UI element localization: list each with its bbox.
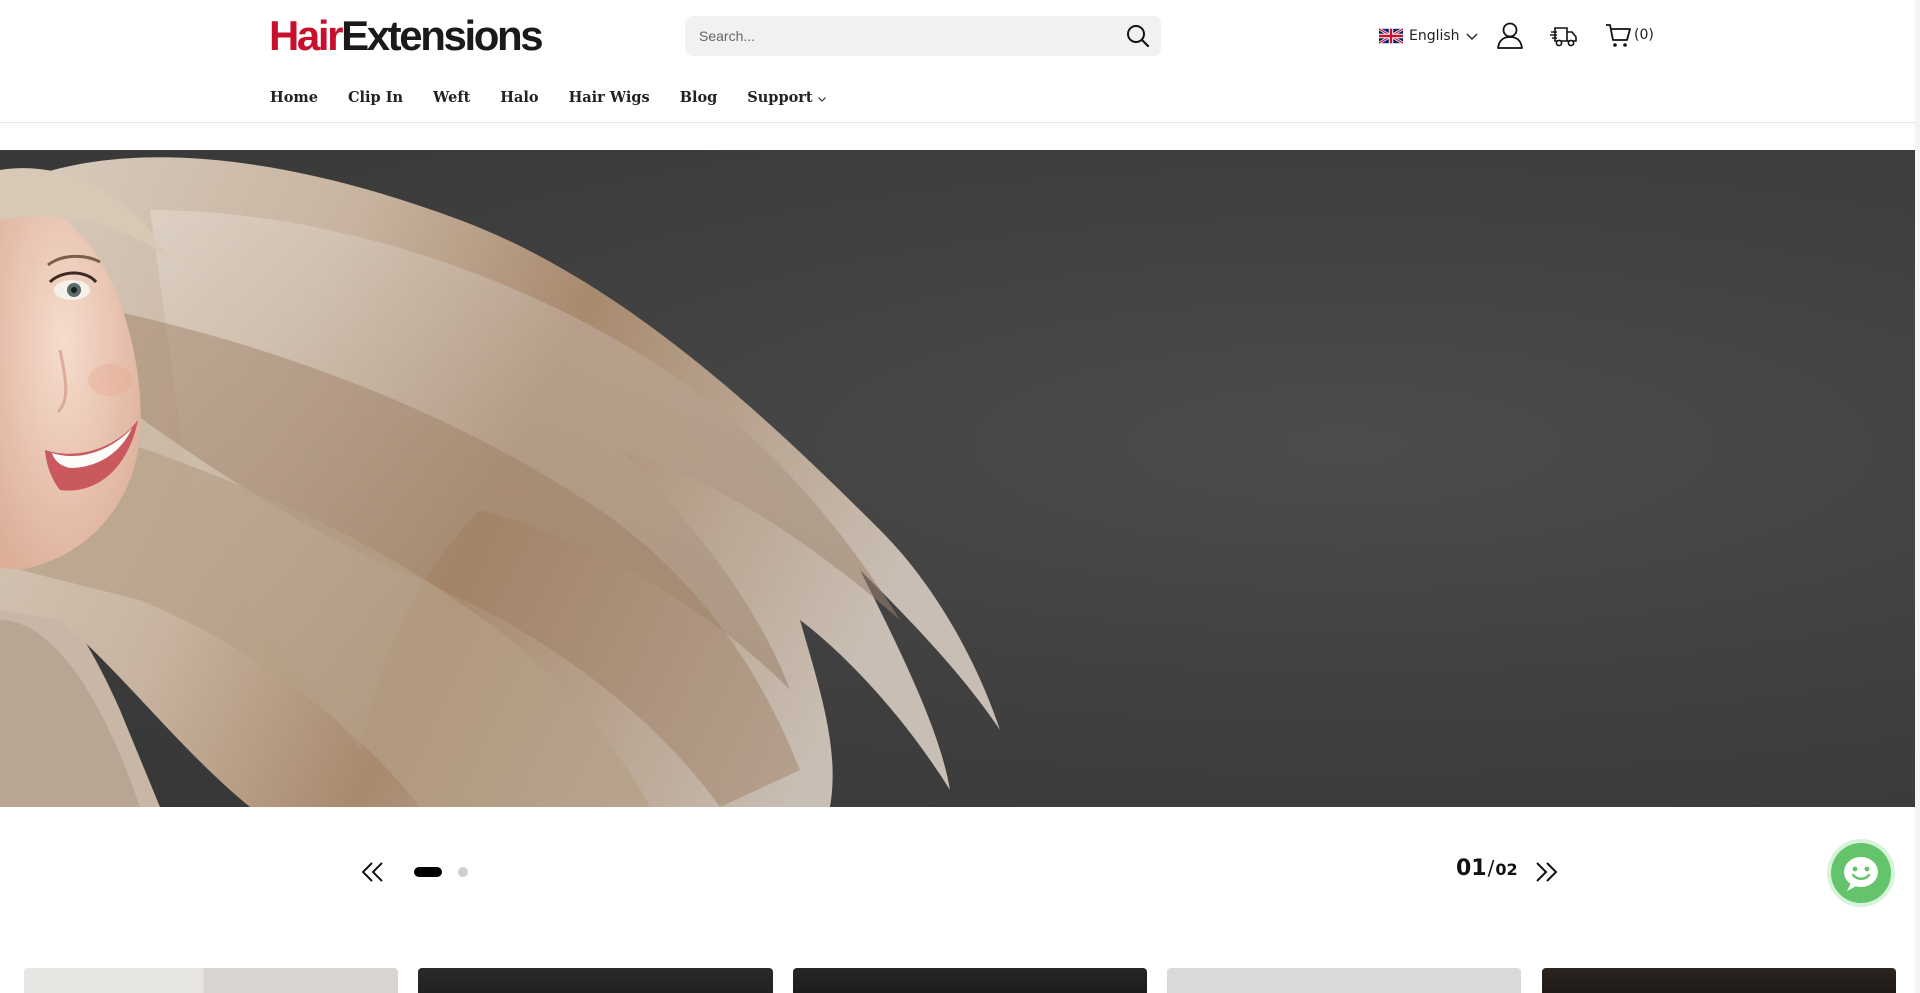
uk-flag-icon xyxy=(1379,27,1403,45)
header-divider xyxy=(0,122,1920,123)
nav-item-label: Home xyxy=(270,89,318,106)
nav-item-label: Weft xyxy=(433,89,471,106)
nav-item-label: Halo xyxy=(500,89,539,106)
product-card[interactable] xyxy=(793,968,1147,993)
cart-icon xyxy=(1606,24,1631,47)
nav-item-home[interactable]: Home xyxy=(270,86,318,110)
slide-counter: 01 / 02 xyxy=(1456,856,1518,886)
nav-item-weft[interactable]: Weft xyxy=(433,86,470,110)
nav-item-blog[interactable]: Blog xyxy=(680,86,718,110)
cart-button[interactable]: (0) xyxy=(1604,20,1654,50)
nav-item-label: Blog xyxy=(679,89,718,106)
logo-part-hair: Hair xyxy=(269,12,344,59)
slide-current: 01 xyxy=(1456,856,1487,881)
nav-item-clip-in[interactable]: Clip In xyxy=(348,86,403,110)
site-logo[interactable]: Hair Extensions xyxy=(269,12,544,59)
nav-item-label: Support xyxy=(747,89,813,106)
hero-banner[interactable] xyxy=(0,150,1920,807)
chat-button[interactable] xyxy=(1831,843,1891,903)
search-input[interactable] xyxy=(685,16,1105,56)
product-card[interactable] xyxy=(1167,968,1521,993)
page-scrollbar[interactable] xyxy=(1915,0,1920,993)
product-card[interactable] xyxy=(24,968,398,993)
nav-item-support[interactable]: Support xyxy=(747,86,826,110)
site-header: HairExtensions English (0) Home Clip In … xyxy=(0,0,1920,123)
nav-item-halo[interactable]: Halo xyxy=(500,86,538,110)
hero-image xyxy=(0,157,1000,807)
nav-item-label: Hair Wigs xyxy=(568,89,650,106)
slide-dot-active[interactable] xyxy=(414,867,442,877)
user-icon[interactable] xyxy=(1495,20,1525,50)
product-card[interactable] xyxy=(418,968,773,993)
nav-item-label: Clip In xyxy=(347,89,404,106)
language-selector[interactable]: English xyxy=(1379,24,1478,48)
logo-part-extensions: Extensions xyxy=(341,12,543,59)
cart-count: (0) xyxy=(1634,27,1654,43)
slide-dot[interactable] xyxy=(458,867,468,877)
slide-total: 02 xyxy=(1495,860,1518,879)
language-label: English xyxy=(1409,28,1460,44)
nav-item-hair-wigs[interactable]: Hair Wigs xyxy=(569,86,650,110)
prev-slide-icon[interactable] xyxy=(360,859,386,885)
chevron-down-icon xyxy=(817,97,826,102)
smiley-chat-icon xyxy=(1844,857,1878,891)
delivery-truck-icon[interactable] xyxy=(1549,20,1579,50)
chevron-down-icon xyxy=(1466,33,1478,40)
slide-separator: / xyxy=(1487,856,1495,880)
main-nav: Home Clip In Weft Halo Hair Wigs Blog Su… xyxy=(270,86,857,110)
search-bar xyxy=(685,16,1161,56)
search-icon[interactable] xyxy=(1125,23,1151,49)
product-card[interactable] xyxy=(1542,968,1896,993)
next-slide-icon[interactable] xyxy=(1533,859,1559,885)
